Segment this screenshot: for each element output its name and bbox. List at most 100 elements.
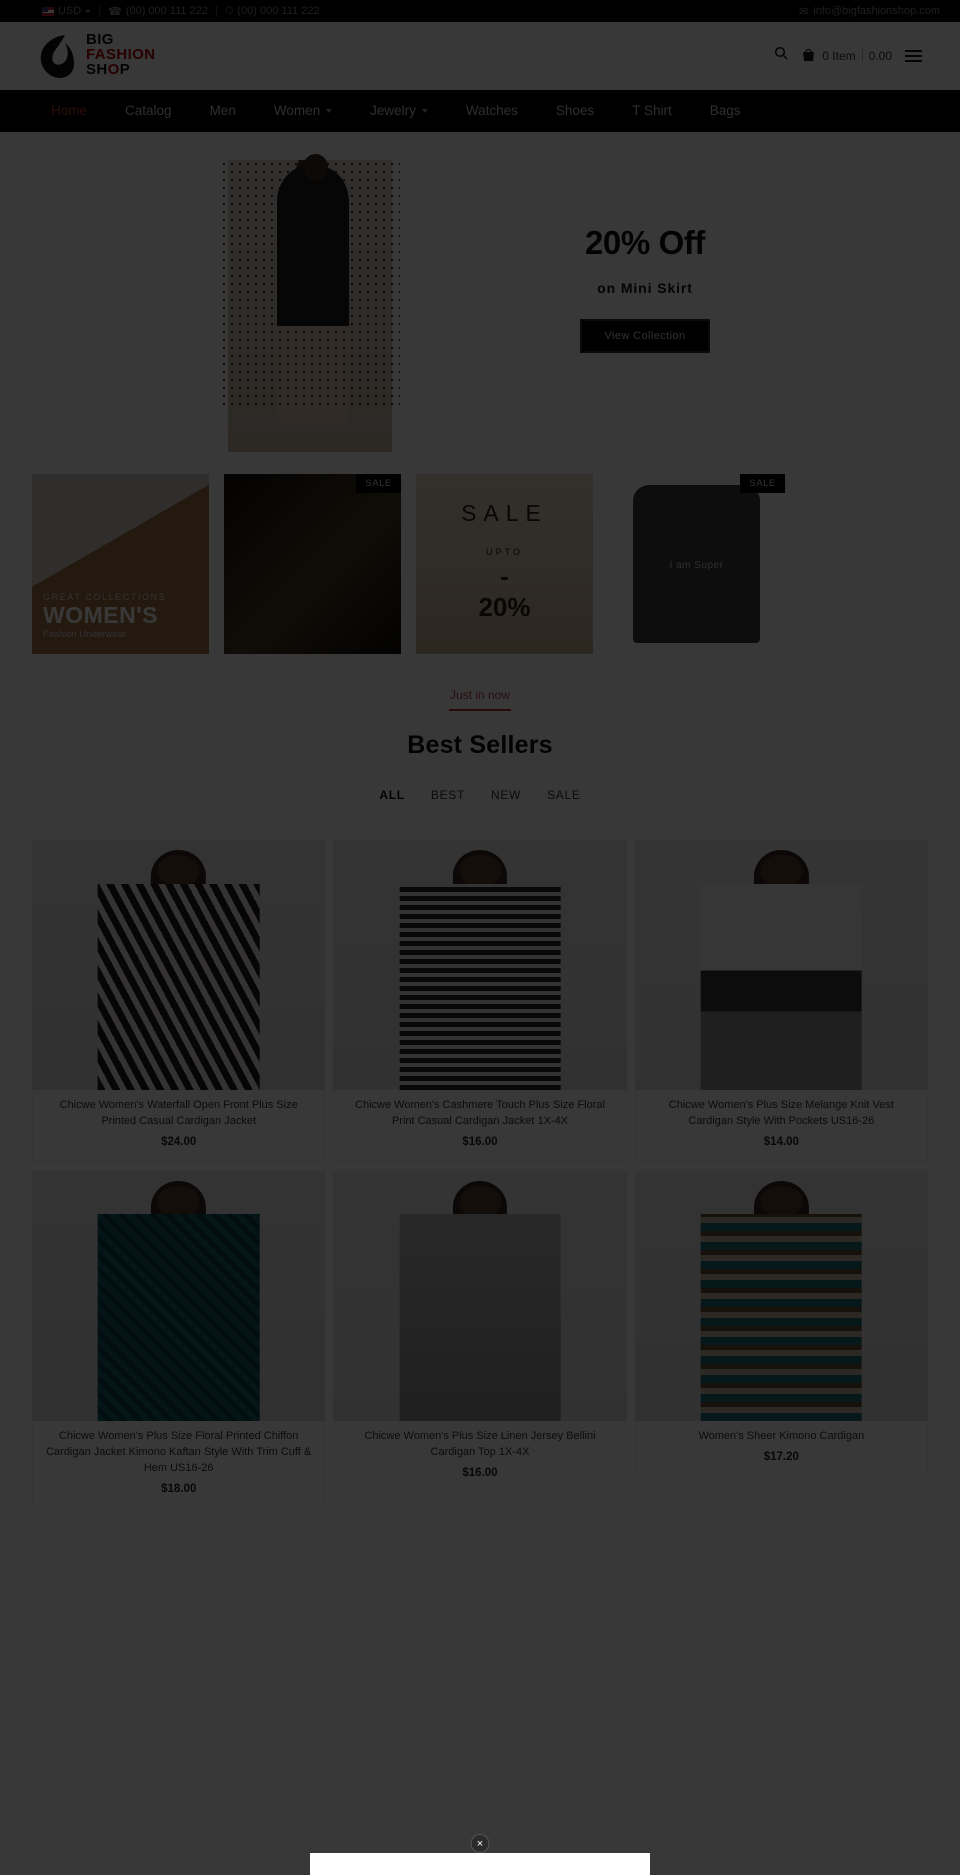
nav-item-bags[interactable]: Bags (691, 102, 760, 120)
nav-list: Home Catalog Men Women Jewelry Watches S… (20, 102, 759, 120)
product-title: Chicwe Women's Plus Size Floral Printed … (46, 1429, 312, 1474)
divider: | (98, 5, 102, 17)
product-title: Women's Sheer Kimono Cardigan (698, 1429, 865, 1442)
filter-tab-sale[interactable]: SALE (547, 788, 581, 802)
view-collection-button[interactable]: View Collection (580, 319, 710, 353)
filter-tab-new[interactable]: NEW (491, 788, 521, 802)
model-body (97, 1214, 260, 1421)
product-title: Chicwe Women's Plus Size Melange Knit Ve… (668, 1099, 894, 1127)
product-meta: Women's Sheer Kimono Cardigan $17.20 (634, 1420, 928, 1476)
category-card-tshirt[interactable]: SALE I am Super (608, 474, 785, 654)
product-price: $18.00 (161, 1482, 197, 1495)
chevron-down-icon (85, 9, 92, 13)
product-meta: Chicwe Women's Waterfall Open Front Plus… (32, 1090, 326, 1161)
nav-item-home[interactable]: Home (32, 102, 106, 120)
model-head (157, 854, 200, 886)
product-image[interactable] (32, 1170, 326, 1421)
main-navigation: Home Catalog Men Women Jewelry Watches S… (0, 90, 960, 132)
category-banner-row: GREAT COLLECTIONS WOMEN'S Fashion Underw… (0, 452, 960, 654)
product-meta: Chicwe Women's Cashmere Touch Plus Size … (333, 1090, 627, 1161)
hamburger-menu-icon[interactable] (905, 49, 922, 62)
bottom-modal: × (0, 1834, 960, 1875)
category-subtitle: Fashion Underwear (43, 629, 126, 640)
product-figure (700, 1180, 862, 1421)
product-card[interactable]: Women's Sheer Kimono Cardigan $17.20 (634, 1170, 928, 1508)
nav-link-women[interactable]: Women (274, 103, 333, 118)
product-figure (700, 850, 862, 1090)
product-image[interactable] (634, 840, 928, 1090)
site-header: BIG FASHION SHOP 0 Item 0.00 (0, 22, 960, 90)
phone-primary[interactable]: ☎ (00) 000 111 222 (108, 5, 208, 18)
model-head (760, 1185, 803, 1217)
page-root: USD | ☎ (00) 000 111 222 | ⏱ (00) 000 11… (0, 0, 960, 1875)
product-meta: Chicwe Women's Plus Size Linen Jersey Be… (333, 1420, 627, 1492)
filter-tab-all[interactable]: ALL (379, 788, 404, 802)
nav-item-men[interactable]: Men (191, 102, 255, 120)
header-actions: 0 Item 0.00 (774, 46, 940, 65)
nav-link-bags[interactable]: Bags (710, 103, 741, 118)
product-title: Chicwe Women's Cashmere Touch Plus Size … (355, 1099, 605, 1127)
product-grid: Chicwe Women's Waterfall Open Front Plus… (0, 802, 960, 1508)
chevron-down-icon (326, 108, 333, 113)
model-body (399, 883, 561, 1090)
nav-link-watches[interactable]: Watches (466, 103, 518, 118)
product-card[interactable]: Chicwe Women's Plus Size Linen Jersey Be… (333, 1170, 627, 1508)
model-head (157, 1185, 200, 1217)
product-card[interactable]: Chicwe Women's Plus Size Floral Printed … (32, 1170, 326, 1508)
product-figure (399, 1180, 561, 1421)
hours-info[interactable]: ⏱ (00) 000 111 222 (225, 5, 320, 18)
mail-icon: ✉ (799, 5, 809, 18)
close-icon[interactable]: × (470, 1834, 490, 1853)
nav-item-women[interactable]: Women (255, 102, 351, 120)
nav-item-jewelry[interactable]: Jewelry (351, 102, 447, 120)
top-bar-right[interactable]: ✉ info@bigfashionshop.com (799, 5, 940, 18)
category-card-jewelry[interactable]: SALE UPTO - 20% (416, 474, 593, 654)
product-price: $16.00 (462, 1466, 498, 1479)
product-image[interactable] (634, 1170, 928, 1421)
nav-link-tshirt[interactable]: T Shirt (632, 103, 672, 118)
product-figure (97, 1180, 260, 1421)
nav-link-home[interactable]: Home (51, 103, 87, 118)
product-price: $17.20 (763, 1450, 799, 1463)
upto-word: UPTO (486, 547, 523, 557)
hero-banner: 20% Off on Mini Skirt View Collection (0, 132, 960, 452)
sale-badge: SALE (740, 474, 785, 493)
site-logo[interactable]: BIG FASHION SHOP (20, 33, 155, 79)
product-card[interactable]: Chicwe Women's Cashmere Touch Plus Size … (333, 840, 627, 1161)
modal-panel (310, 1853, 650, 1875)
nav-item-shoes[interactable]: Shoes (537, 102, 613, 120)
category-card-watches[interactable]: SALE (224, 474, 401, 654)
divider: | (214, 5, 218, 17)
nav-link-shoes[interactable]: Shoes (556, 103, 594, 118)
search-icon[interactable] (774, 46, 788, 65)
nav-link-catalog[interactable]: Catalog (125, 103, 172, 118)
nav-item-watches[interactable]: Watches (447, 102, 537, 120)
filter-tab-best[interactable]: BEST (431, 788, 465, 802)
section-eyebrow-underline (449, 709, 511, 711)
dotted-border-decoration (220, 160, 400, 405)
category-eyebrow: GREAT COLLECTIONS (43, 591, 167, 602)
model-body (97, 883, 260, 1090)
product-card[interactable]: Chicwe Women's Plus Size Melange Knit Ve… (634, 840, 928, 1161)
product-image[interactable] (333, 1170, 627, 1421)
sale-word: SALE (461, 500, 548, 526)
product-image[interactable] (32, 840, 326, 1090)
category-title: WOMEN'S (43, 601, 159, 628)
product-price: $24.00 (161, 1135, 197, 1148)
chevron-down-icon (421, 108, 428, 113)
model-head (760, 854, 803, 886)
cart-total: 0.00 (868, 48, 892, 63)
product-title: Chicwe Women's Plus Size Linen Jersey Be… (364, 1429, 596, 1458)
nav-link-men[interactable]: Men (210, 103, 236, 118)
product-filter-tabs: ALL BEST NEW SALE (0, 788, 960, 802)
product-card[interactable]: Chicwe Women's Waterfall Open Front Plus… (32, 840, 326, 1161)
product-image[interactable] (333, 840, 627, 1090)
top-bar-left: USD | ☎ (00) 000 111 222 | ⏱ (00) 000 11… (20, 5, 799, 18)
nav-link-jewelry[interactable]: Jewelry (370, 103, 428, 118)
category-card-womens[interactable]: GREAT COLLECTIONS WOMEN'S Fashion Underw… (32, 474, 209, 654)
nav-item-catalog[interactable]: Catalog (106, 102, 191, 120)
product-figure (97, 850, 260, 1090)
cart-summary[interactable]: 0 Item 0.00 (801, 47, 892, 65)
currency-selector[interactable]: USD (42, 5, 92, 17)
nav-item-tshirt[interactable]: T Shirt (613, 102, 691, 120)
